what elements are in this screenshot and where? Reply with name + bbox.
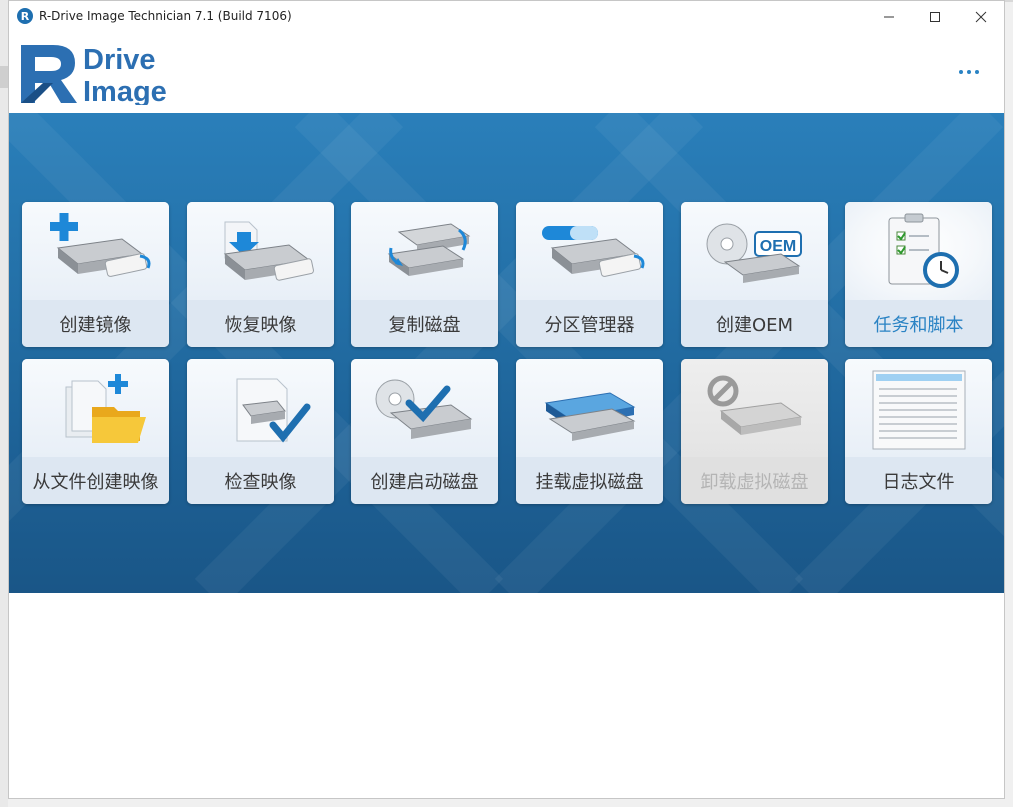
tile-label: 复制磁盘: [351, 300, 498, 347]
tile-label: 日志文件: [845, 457, 992, 504]
tile-label: 挂载虚拟磁盘: [516, 457, 663, 504]
app-window: R R-Drive Image Technician 7.1 (Build 71…: [8, 0, 1005, 799]
tile-label: 检查映像: [187, 457, 334, 504]
app-icon: R: [17, 8, 33, 24]
restore-image-icon: [223, 221, 314, 281]
background-window-edge: [0, 0, 8, 807]
tile-log-file[interactable]: 日志文件: [845, 359, 992, 504]
tile-label: 从文件创建映像: [22, 457, 169, 504]
app-header: Drive Image: [9, 33, 1004, 113]
tile-label: 恢复映像: [187, 300, 334, 347]
more-dots-icon: [959, 70, 979, 74]
svg-text:OEM: OEM: [760, 238, 796, 255]
tile-label: 创建镜像: [22, 300, 169, 347]
logo-line2: Image: [83, 76, 167, 105]
check-image-icon: [236, 378, 311, 443]
minimize-button[interactable]: [866, 1, 912, 33]
tile-check-image[interactable]: 检查映像: [187, 359, 334, 504]
more-menu-button[interactable]: [954, 57, 984, 87]
empty-content-area: [9, 593, 1004, 798]
tile-copy-disk[interactable]: 复制磁盘: [351, 202, 498, 347]
tile-tasks-scripts[interactable]: 任务和脚本: [845, 202, 992, 347]
tile-label: 创建OEM: [681, 300, 828, 347]
logo-line1: Drive: [83, 44, 156, 76]
tile-label: 任务和脚本: [845, 300, 992, 347]
maximize-button[interactable]: [912, 1, 958, 33]
title-bar[interactable]: R R-Drive Image Technician 7.1 (Build 71…: [9, 1, 1004, 33]
window-title: R-Drive Image Technician 7.1 (Build 7106…: [39, 9, 292, 23]
mount-virtual-disk-icon: [544, 392, 636, 441]
close-icon: [975, 11, 987, 23]
tasks-scripts-icon: [888, 213, 959, 288]
r-drive-image-logo: Drive Image: [21, 44, 167, 105]
tile-create-oem[interactable]: OEM 创建OEM: [681, 202, 828, 347]
create-startup-disk-icon: [375, 379, 473, 439]
tile-partition-manager[interactable]: 分区管理器: [516, 202, 663, 347]
tile-label: 卸载虚拟磁盘: [681, 457, 828, 504]
maximize-icon: [930, 12, 940, 22]
tile-create-image[interactable]: 创建镜像: [22, 202, 169, 347]
tile-label: 分区管理器: [516, 300, 663, 347]
image-from-files-icon: [65, 374, 146, 443]
create-image-icon: [50, 213, 151, 277]
create-oem-icon: OEM: [706, 223, 802, 283]
unmount-virtual-disk-icon: [707, 375, 803, 435]
partition-manager-icon: [542, 226, 645, 277]
tile-image-from-files[interactable]: 从文件创建映像: [22, 359, 169, 504]
tile-label: 创建启动磁盘: [351, 457, 498, 504]
tile-mount-virtual-disk[interactable]: 挂载虚拟磁盘: [516, 359, 663, 504]
log-file-icon: [872, 370, 966, 450]
tile-unmount-virtual-disk: 卸载虚拟磁盘: [681, 359, 828, 504]
copy-disk-icon: [387, 223, 471, 276]
tile-restore-image[interactable]: 恢复映像: [187, 202, 334, 347]
panel-background-pattern: [9, 113, 1004, 593]
close-button[interactable]: [958, 1, 1004, 33]
main-panel: 创建镜像 恢复映像 复制磁盘 分区管理器 OEM 创建OEM 任务和脚本 从文件…: [9, 113, 1004, 593]
tile-create-startup-disk[interactable]: 创建启动磁盘: [351, 359, 498, 504]
minimize-icon: [884, 16, 894, 18]
